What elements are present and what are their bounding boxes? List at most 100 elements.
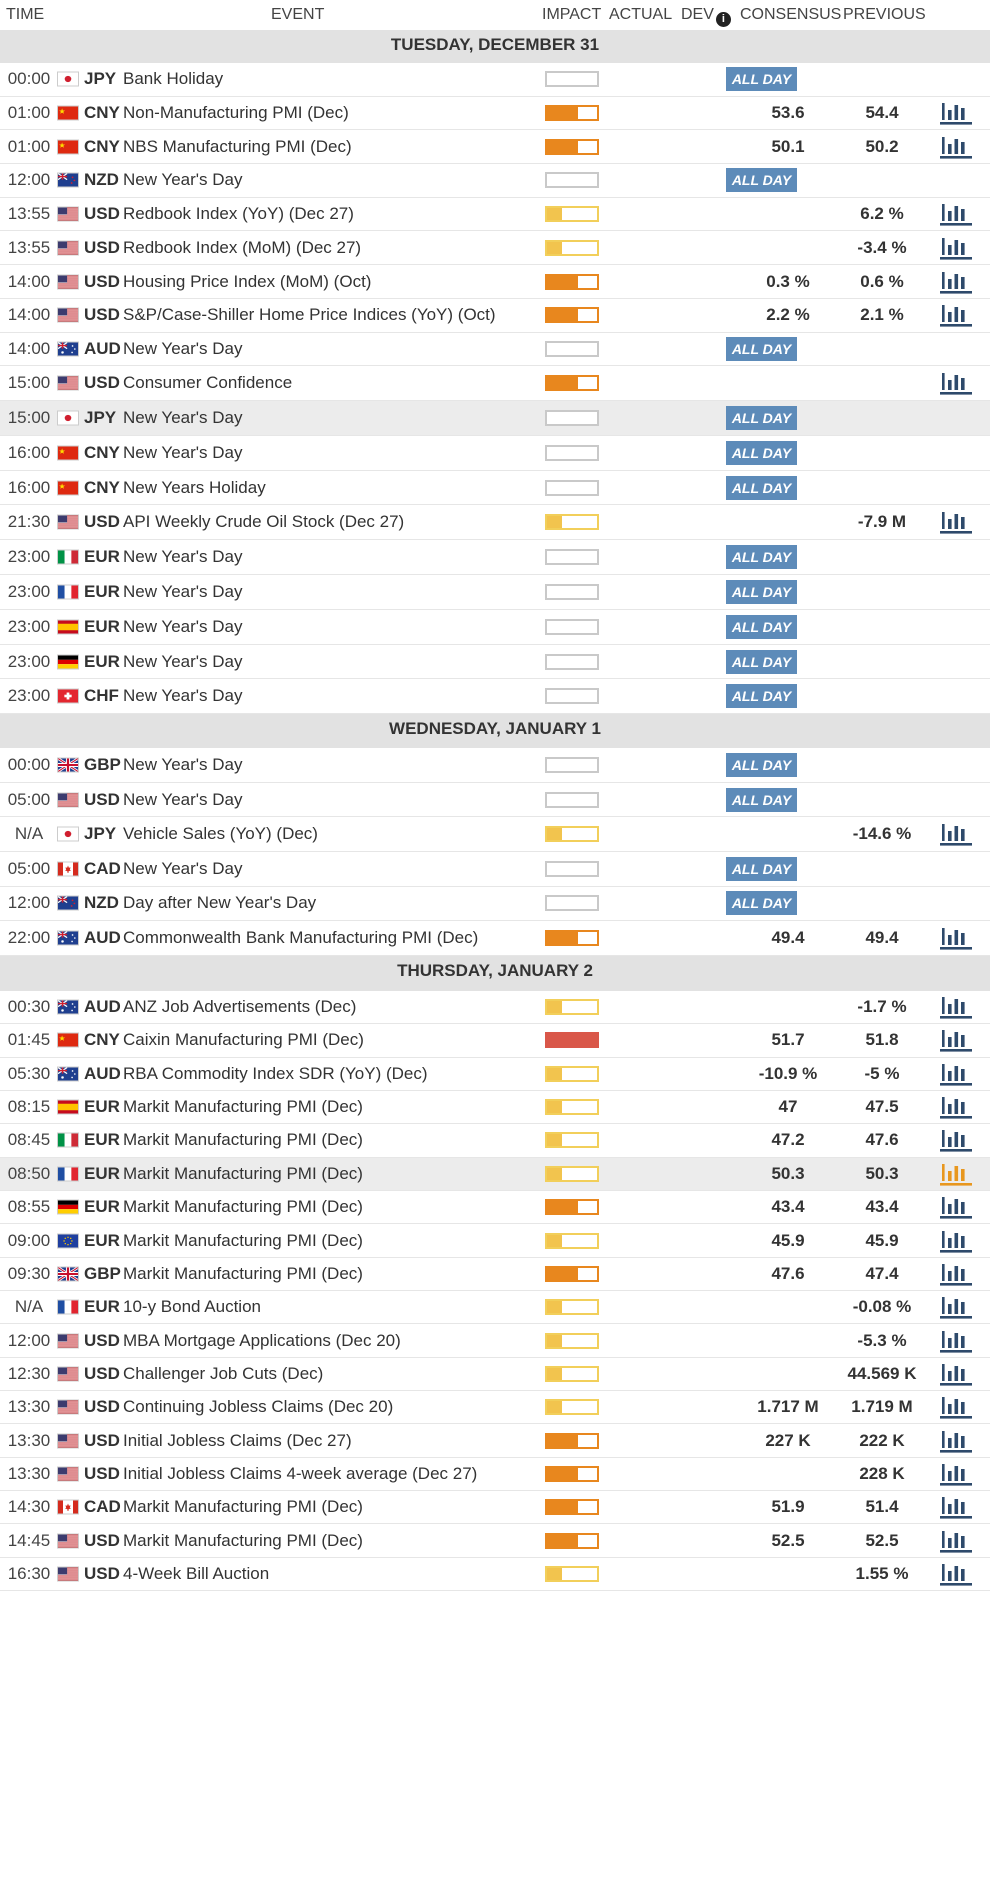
event-name[interactable]: Non-Manufacturing PMI (Dec) bbox=[123, 103, 349, 123]
event-row[interactable]: 14:30 CAD Markit Manufacturing PMI (Dec) 51… bbox=[0, 1491, 990, 1525]
bar-chart-icon[interactable] bbox=[939, 133, 973, 161]
event-name[interactable]: Initial Jobless Claims 4-week average (D… bbox=[123, 1464, 477, 1484]
event-name[interactable]: API Weekly Crude Oil Stock (Dec 27) bbox=[123, 512, 404, 532]
event-name[interactable]: New Year's Day bbox=[123, 617, 242, 637]
event-name[interactable]: Markit Manufacturing PMI (Dec) bbox=[123, 1097, 363, 1117]
bar-chart-icon[interactable] bbox=[939, 1493, 973, 1521]
event-row[interactable]: 09:30 GBP Markit Manufacturing PMI (Dec) 47… bbox=[0, 1258, 990, 1292]
event-name[interactable]: Redbook Index (YoY) (Dec 27) bbox=[123, 204, 354, 224]
bar-chart-icon[interactable] bbox=[939, 1327, 973, 1355]
event-name[interactable]: New Year's Day bbox=[123, 790, 242, 810]
event-row[interactable]: 14:00 AUD New Year's Day ALL DAY bbox=[0, 333, 990, 367]
event-row[interactable]: N/A EUR 10-y Bond Auction -0.08 % bbox=[0, 1291, 990, 1325]
info-icon[interactable]: i bbox=[715, 12, 731, 27]
bar-chart-icon[interactable] bbox=[939, 1527, 973, 1555]
event-row[interactable]: 13:30 USD Initial Jobless Claims 4-week av… bbox=[0, 1458, 990, 1492]
event-name[interactable]: Caixin Manufacturing PMI (Dec) bbox=[123, 1030, 364, 1050]
event-row[interactable]: 00:00 GBP New Year's Day ALL DAY bbox=[0, 748, 990, 783]
bar-chart-icon[interactable] bbox=[939, 1193, 973, 1221]
event-row[interactable]: 13:55 USD Redbook Index (YoY) (Dec 27) 6.2 … bbox=[0, 198, 990, 232]
event-name[interactable]: Consumer Confidence bbox=[123, 373, 292, 393]
bar-chart-icon[interactable] bbox=[939, 1293, 973, 1321]
bar-chart-icon[interactable] bbox=[939, 508, 973, 536]
event-row[interactable]: 16:00 CNY New Years Holiday ALL DAY bbox=[0, 471, 990, 506]
event-row[interactable]: 23:00 EUR New Year's Day ALL DAY bbox=[0, 540, 990, 576]
event-row[interactable]: 05:30 AUD RBA Commodity Index SDR (YoY) (D… bbox=[0, 1058, 990, 1091]
event-row[interactable]: 16:30 USD 4-Week Bill Auction 1.55 % bbox=[0, 1558, 990, 1592]
event-row[interactable]: 12:00 NZD New Year's Day ALL DAY bbox=[0, 164, 990, 198]
event-row[interactable]: 08:45 EUR Markit Manufacturing PMI (Dec) 47… bbox=[0, 1124, 990, 1158]
event-row[interactable]: 14:00 USD S&P/Case-Shiller Home Price Indi… bbox=[0, 299, 990, 333]
event-row[interactable]: 14:45 USD Markit Manufacturing PMI (Dec) 52… bbox=[0, 1525, 990, 1558]
event-row[interactable]: 13:30 USD Initial Jobless Claims (Dec 27) 2… bbox=[0, 1424, 990, 1458]
event-name[interactable]: Initial Jobless Claims (Dec 27) bbox=[123, 1431, 352, 1451]
event-row[interactable]: 01:00 CNY NBS Manufacturing PMI (Dec) 50.1 5… bbox=[0, 130, 990, 165]
event-name[interactable]: Vehicle Sales (YoY) (Dec) bbox=[123, 824, 318, 844]
event-name[interactable]: New Year's Day bbox=[123, 755, 242, 775]
bar-chart-icon[interactable] bbox=[939, 1093, 973, 1121]
event-row[interactable]: 00:30 AUD ANZ Job Advertisements (Dec) -1.7… bbox=[0, 991, 990, 1025]
event-row[interactable]: 12:30 USD Challenger Job Cuts (Dec) 44.569 … bbox=[0, 1358, 990, 1392]
event-name[interactable]: New Years Holiday bbox=[123, 478, 266, 498]
bar-chart-icon[interactable] bbox=[939, 1160, 973, 1188]
event-row[interactable]: 23:00 EUR New Year's Day ALL DAY bbox=[0, 610, 990, 645]
event-row[interactable]: 15:00 USD Consumer Confidence bbox=[0, 366, 990, 402]
event-row[interactable]: 00:00 JPY Bank Holiday ALL DAY bbox=[0, 63, 990, 97]
event-name[interactable]: ANZ Job Advertisements (Dec) bbox=[123, 997, 356, 1017]
event-name[interactable]: Markit Manufacturing PMI (Dec) bbox=[123, 1264, 363, 1284]
event-name[interactable]: New Year's Day bbox=[123, 652, 242, 672]
bar-chart-icon[interactable] bbox=[939, 1227, 973, 1255]
bar-chart-icon[interactable] bbox=[939, 1060, 973, 1088]
event-row[interactable]: 23:00 CHF New Year's Day ALL DAY bbox=[0, 680, 990, 715]
bar-chart-icon[interactable] bbox=[939, 1560, 973, 1588]
event-row[interactable]: 23:00 EUR New Year's Day ALL DAY bbox=[0, 575, 990, 610]
event-name[interactable]: New Year's Day bbox=[123, 408, 242, 428]
event-name[interactable]: Day after New Year's Day bbox=[123, 893, 316, 913]
event-name[interactable]: Markit Manufacturing PMI (Dec) bbox=[123, 1231, 363, 1251]
event-name[interactable]: Redbook Index (MoM) (Dec 27) bbox=[123, 238, 361, 258]
event-row[interactable]: 08:50 EUR Markit Manufacturing PMI (Dec) 50… bbox=[0, 1157, 990, 1191]
bar-chart-icon[interactable] bbox=[939, 1393, 973, 1421]
event-name[interactable]: NBS Manufacturing PMI (Dec) bbox=[123, 137, 352, 157]
event-name[interactable]: Markit Manufacturing PMI (Dec) bbox=[123, 1130, 363, 1150]
bar-chart-icon[interactable] bbox=[939, 301, 973, 329]
event-name[interactable]: MBA Mortgage Applications (Dec 20) bbox=[123, 1331, 401, 1351]
event-row[interactable]: 21:30 USD API Weekly Crude Oil Stock (Dec … bbox=[0, 506, 990, 541]
bar-chart-icon[interactable] bbox=[939, 1026, 973, 1054]
event-name[interactable]: 10-y Bond Auction bbox=[123, 1297, 261, 1317]
event-name[interactable]: RBA Commodity Index SDR (YoY) (Dec) bbox=[123, 1064, 428, 1084]
event-row[interactable]: 08:55 EUR Markit Manufacturing PMI (Dec) 43… bbox=[0, 1191, 990, 1225]
event-name[interactable]: Markit Manufacturing PMI (Dec) bbox=[123, 1531, 363, 1551]
event-name[interactable]: New Year's Day bbox=[123, 339, 242, 359]
event-name[interactable]: New Year's Day bbox=[123, 859, 242, 879]
event-name[interactable]: Continuing Jobless Claims (Dec 20) bbox=[123, 1397, 393, 1417]
event-name[interactable]: 4-Week Bill Auction bbox=[123, 1564, 269, 1584]
event-row[interactable]: 05:00 USD New Year's Day ALL DAY bbox=[0, 783, 990, 818]
bar-chart-icon[interactable] bbox=[939, 200, 973, 228]
bar-chart-icon[interactable] bbox=[939, 924, 973, 952]
event-name[interactable]: New Year's Day bbox=[123, 686, 242, 706]
event-name[interactable]: New Year's Day bbox=[123, 547, 242, 567]
bar-chart-icon[interactable] bbox=[939, 99, 973, 127]
event-name[interactable]: S&P/Case-Shiller Home Price Indices (YoY… bbox=[123, 305, 496, 325]
event-name[interactable]: Markit Manufacturing PMI (Dec) bbox=[123, 1164, 363, 1184]
bar-chart-icon[interactable] bbox=[939, 1360, 973, 1388]
event-row[interactable]: 23:00 EUR New Year's Day ALL DAY bbox=[0, 645, 990, 680]
bar-chart-icon[interactable] bbox=[939, 993, 973, 1021]
event-name[interactable]: Markit Manufacturing PMI (Dec) bbox=[123, 1197, 363, 1217]
event-name[interactable]: Challenger Job Cuts (Dec) bbox=[123, 1364, 323, 1384]
bar-chart-icon[interactable] bbox=[939, 1260, 973, 1288]
event-name[interactable]: Bank Holiday bbox=[123, 69, 223, 89]
event-row[interactable]: 15:00 JPY New Year's Day ALL DAY bbox=[0, 401, 990, 436]
event-row[interactable]: 12:00 NZD Day after New Year's Day ALL DAY bbox=[0, 887, 990, 922]
event-name[interactable]: Markit Manufacturing PMI (Dec) bbox=[123, 1497, 363, 1517]
event-name[interactable]: New Year's Day bbox=[123, 582, 242, 602]
event-name[interactable]: Housing Price Index (MoM) (Oct) bbox=[123, 272, 371, 292]
bar-chart-icon[interactable] bbox=[939, 268, 973, 296]
event-row[interactable]: 22:00 AUD Commonwealth Bank Manufacturing … bbox=[0, 921, 990, 956]
event-row[interactable]: 14:00 USD Housing Price Index (MoM) (Oct) 0… bbox=[0, 265, 990, 299]
event-row[interactable]: 01:00 CNY Non-Manufacturing PMI (Dec) 53.6 5… bbox=[0, 97, 990, 131]
bar-chart-icon[interactable] bbox=[939, 234, 973, 262]
event-name[interactable]: New Year's Day bbox=[123, 443, 242, 463]
bar-chart-icon[interactable] bbox=[939, 1427, 973, 1455]
